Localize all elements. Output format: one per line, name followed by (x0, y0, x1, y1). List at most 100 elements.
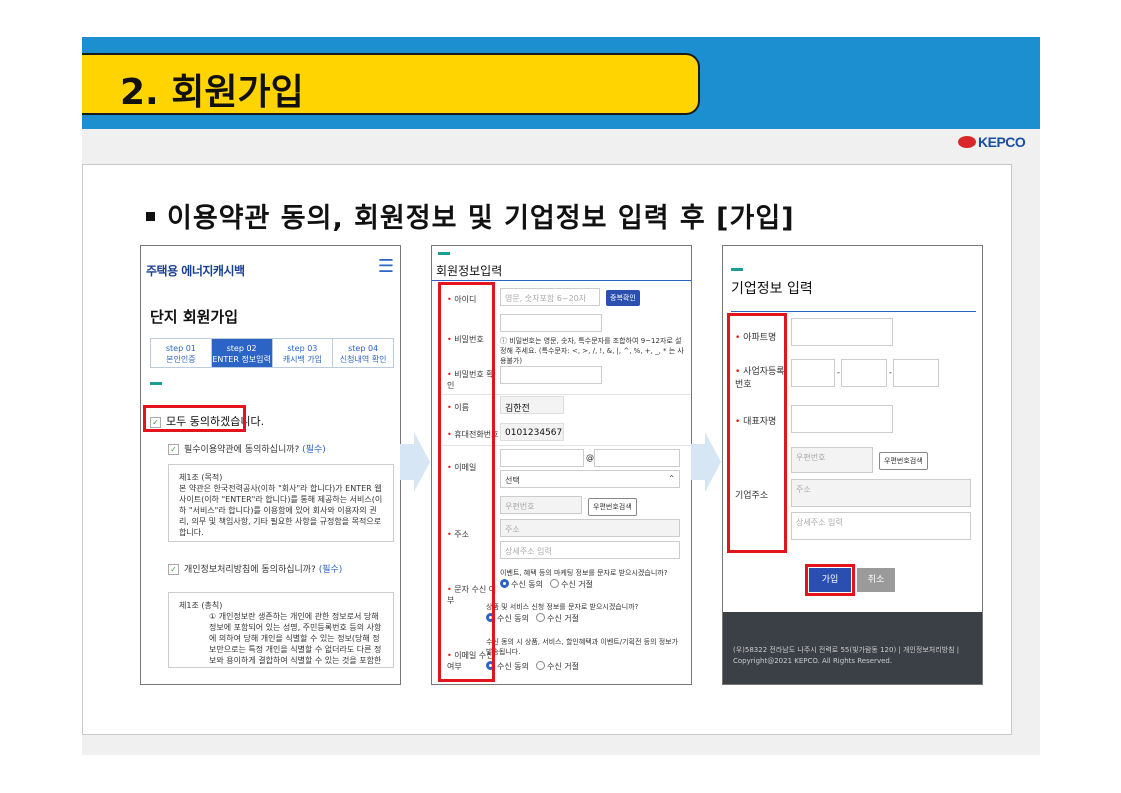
sms1-no-radio[interactable]: 수신 거절 (550, 579, 593, 590)
highlight-join (805, 564, 855, 596)
radio-off-icon (536, 661, 545, 670)
agree-privacy-checkbox[interactable]: ✓ 개인정보처리방침에 동의하십니까? (필수) (168, 562, 342, 575)
slide-heading: 이용약관 동의, 회원정보 및 기업정보 입력 후 [가입] (146, 196, 795, 235)
privacy-box[interactable]: 제1조 (총칙) ① 개인정보란 생존하는 개인에 관한 정보로서 당해 정보에… (168, 592, 394, 668)
id-input[interactable]: 영문, 숫자포함 6~20자 (500, 288, 600, 306)
radio-on-icon (500, 579, 509, 588)
password-input[interactable] (500, 314, 602, 332)
form-title: 회원정보입력 (436, 264, 503, 278)
sms-question-2: 상품 및 서비스 신청 정보를 문자로 받으시겠습니까? (486, 603, 639, 611)
slide: 2. 회원가입 KEPCO 이용약관 동의, 회원정보 및 기업정보 입력 후 … (82, 37, 1040, 755)
sms1-yes-radio[interactable]: 수신 동의 (500, 579, 543, 590)
sms-question-1: 이벤트, 혜택 등의 마케팅 정보를 문자로 받으시겠습니까? (500, 569, 668, 577)
step-4: step 04 신청내역 확인 (333, 339, 393, 367)
radio-label: 수신 거절 (547, 614, 579, 623)
address-detail-input[interactable]: 상세주소 입력 (500, 541, 680, 559)
title-underline (731, 311, 976, 312)
radio-off-icon (550, 579, 559, 588)
radio-label: 수신 동의 (497, 662, 529, 671)
check-icon: ✓ (168, 564, 179, 575)
cancel-button[interactable]: 취소 (857, 568, 895, 592)
step-3: step 03 캐시백 가입 (273, 339, 334, 367)
address-input[interactable]: 주소 (500, 519, 680, 537)
terms-box[interactable]: 제1조 (목적) 본 약관은 한국전력공사(이하 "회사"라 합니다)가 ENT… (168, 464, 394, 542)
site-logo[interactable]: 주택용 에너지캐시백 (146, 262, 245, 279)
screenshot-company-info: 기업정보 입력 아파트명 사업자등록번호 - - 대표자명 기업주소 우편번호 … (722, 245, 983, 685)
email-at-sign: @ (586, 453, 594, 462)
radio-label: 수신 거절 (547, 662, 579, 671)
heading-text: 이용약관 동의, 회원정보 및 기업정보 입력 후 [가입] (167, 203, 795, 234)
required-tag: (필수) (318, 565, 343, 575)
footer-copyright: Copyright@2021 KEPCO. All Rights Reserve… (733, 657, 893, 665)
highlight-labels (438, 282, 495, 682)
step-label: ENTER 정보입력 (212, 355, 271, 364)
zip-search-button[interactable]: 우편번호검색 (879, 452, 928, 470)
step-label: 캐시백 가입 (282, 355, 323, 364)
section-marker (731, 268, 743, 271)
step-label: 신청내역 확인 (339, 355, 387, 364)
section-marker (438, 252, 450, 255)
biz-no-input-2[interactable] (841, 359, 887, 387)
password-help: ⓘ 비밀번호는 영문, 숫자, 특수문자를 조합하여 9~12자로 설정해 주세… (500, 337, 684, 365)
highlight-labels (727, 313, 787, 553)
step-label: 본인인증 (166, 355, 196, 364)
screenshot-terms: 주택용 에너지캐시백 ☰ 단지 회원가입 step 01 본인인증 step 02… (140, 245, 401, 685)
step-2: step 02 ENTER 정보입력 (211, 339, 273, 367)
hamburger-menu-icon[interactable]: ☰ (378, 256, 394, 277)
biz-no-input-3[interactable] (893, 359, 939, 387)
phone-field: 01012345678 (500, 423, 564, 441)
form-title: 기업정보 입력 (731, 281, 813, 297)
privacy-body: ① 개인정보란 생존하는 개인에 관한 정보로서 당해 정보에 포함되어 있는 … (209, 612, 382, 665)
address-input[interactable]: 주소 (791, 479, 971, 507)
email-domain-input[interactable] (594, 449, 680, 467)
page-title: 단지 회원가입 (150, 308, 239, 326)
select-value: 선택 (505, 476, 520, 485)
kepco-mark-icon (958, 136, 976, 148)
step-indicator: step 01 본인인증 step 02 ENTER 정보입력 step 03 캐시백… (150, 338, 394, 368)
zip-input[interactable]: 우편번호 (791, 447, 873, 473)
screenshot-member-info: 회원정보입력 아이디 영문, 숫자포함 6~20자 중복확인 비밀번호 ⓘ 비밀… (431, 245, 692, 685)
kepco-logo: KEPCO (958, 134, 1026, 150)
name-field: 김한전 (500, 396, 564, 414)
address-detail-input[interactable]: 상세주소 입력 (791, 512, 971, 540)
radio-label: 수신 동의 (511, 580, 543, 589)
password-confirm-input[interactable] (500, 366, 602, 384)
biz-no-input-1[interactable] (791, 359, 835, 387)
dash-separator: - (889, 368, 892, 377)
bullet-icon (146, 212, 155, 221)
zip-search-button[interactable]: 우편번호검색 (588, 498, 637, 516)
check-icon: ✓ (168, 444, 179, 455)
sms2-no-radio[interactable]: 수신 거절 (536, 613, 579, 624)
step-num: step 04 (348, 344, 379, 353)
arrow-right-icon (400, 432, 430, 492)
ceo-input[interactable] (791, 405, 893, 433)
apt-input[interactable] (791, 318, 893, 346)
email-id-input[interactable] (500, 449, 584, 467)
privacy-title: 제1조 (총칙) (179, 601, 223, 610)
title-box: 2. 회원가입 (82, 53, 700, 115)
agree-privacy-label: 개인정보처리방침에 동의하십니까? (184, 565, 316, 575)
highlight-agree-all (143, 405, 246, 432)
site-footer: (우)58322 전라남도 나주시 전력로 55(빛가람동 120) | 개인정… (723, 612, 982, 684)
required-tag: (필수) (302, 445, 326, 455)
radio-off-icon (536, 613, 545, 622)
radio-label: 수신 동의 (497, 614, 529, 623)
agree-terms-checkbox[interactable]: ✓ 필수이용약관에 동의하십니까? (필수) (168, 442, 326, 455)
arrow-right-icon (691, 432, 721, 492)
terms-title: 제1조 (목적) (179, 473, 223, 482)
zip-input[interactable]: 우편번호 (500, 496, 582, 514)
chevron-down-icon: ⌃ (668, 474, 675, 483)
dash-separator: - (837, 368, 840, 377)
mail-no-radio[interactable]: 수신 거절 (536, 661, 579, 672)
footer-address: (우)58322 전라남도 나주시 전력로 55(빛가람동 120) | 개인정… (733, 646, 960, 654)
agree-terms-label: 필수이용약관에 동의하십니까? (184, 445, 300, 455)
radio-label: 수신 거절 (561, 580, 593, 589)
step-num: step 02 (226, 344, 257, 353)
brand-text: KEPCO (978, 134, 1026, 150)
step-1: step 01 본인인증 (151, 339, 212, 367)
email-domain-select[interactable]: 선택 ⌃ (500, 470, 680, 488)
slide-title: 2. 회원가입 (120, 72, 304, 113)
step-num: step 01 (165, 344, 196, 353)
dup-check-button[interactable]: 중복확인 (606, 290, 640, 306)
title-underline (432, 280, 691, 281)
